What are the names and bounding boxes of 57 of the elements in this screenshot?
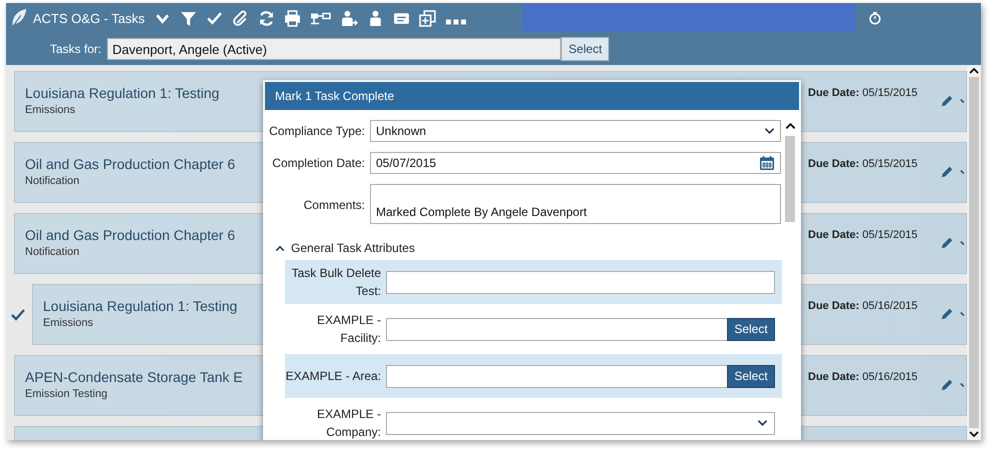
select-button[interactable]: Select xyxy=(727,318,775,340)
dialog-title: Mark 1 Task Complete xyxy=(263,80,801,110)
filter-icon[interactable] xyxy=(180,10,197,26)
scroll-down-icon[interactable] xyxy=(969,430,979,438)
due-date: Due Date: 05/16/2015 xyxy=(808,371,918,383)
task-title: Oil and Gas Production Chapter 6 xyxy=(25,155,236,173)
scrollbar-thumb[interactable] xyxy=(785,136,795,222)
pencil-icon[interactable] xyxy=(940,307,954,321)
tasks-for-field[interactable]: Davenport, Angele (Active) xyxy=(107,38,562,60)
due-date: Due Date: 05/15/2015 xyxy=(808,87,918,99)
scroll-up-icon[interactable] xyxy=(969,67,979,75)
select-button[interactable]: Select xyxy=(561,37,610,61)
select-button[interactable]: Select xyxy=(727,364,775,388)
field-label: EXAMPLE - Area: xyxy=(285,368,382,385)
paperclip-icon[interactable] xyxy=(232,10,249,26)
copy-icon[interactable] xyxy=(418,10,436,26)
checkmark-icon[interactable] xyxy=(206,10,223,26)
pencil-icon[interactable] xyxy=(940,378,954,392)
task-category: Emissions xyxy=(25,104,76,116)
task-category: Notification xyxy=(25,175,80,187)
person-arrow-icon[interactable] xyxy=(340,10,358,26)
date-field[interactable]: 05/07/2015 xyxy=(370,152,781,174)
tasks-for-label: Tasks for: xyxy=(50,42,102,56)
due-date: Due Date: 05/16/2015 xyxy=(808,300,918,312)
task-category: Emission Testing xyxy=(25,388,108,400)
dropdown-field[interactable]: Unknown xyxy=(370,120,781,142)
calendar-icon[interactable] xyxy=(759,155,775,171)
field-label: EXAMPLE - Company: xyxy=(316,406,382,440)
app-title: ACTS O&G - Tasks xyxy=(33,10,145,26)
task-title: Oil and Gas Production Chapter 6 xyxy=(25,226,236,244)
leaf-logo-icon xyxy=(10,8,28,28)
lookup-field[interactable]: Select xyxy=(386,364,775,388)
task-category: Notification xyxy=(25,246,80,258)
stopwatch-icon[interactable] xyxy=(868,11,882,25)
lookup-field[interactable]: Select xyxy=(386,318,775,340)
collapse-icon[interactable] xyxy=(275,244,285,252)
comments-field[interactable]: Marked Complete By Angele Davenport xyxy=(370,184,781,224)
task-category: Emissions xyxy=(43,317,94,329)
section-title[interactable]: General Task Attributes xyxy=(291,241,415,255)
field-label: Comments: xyxy=(302,197,366,212)
pencil-icon[interactable] xyxy=(940,94,954,108)
refresh-icon[interactable] xyxy=(258,10,275,26)
task-title: APEN-Condensate Storage Tank E xyxy=(25,368,243,386)
dropdown-field[interactable] xyxy=(386,412,775,434)
pencil-icon[interactable] xyxy=(940,236,954,250)
pencil-icon[interactable] xyxy=(940,165,954,179)
printer-icon[interactable] xyxy=(284,10,301,26)
task-title: Louisiana Regulation 1: Testing xyxy=(43,297,238,315)
scrollbar[interactable] xyxy=(967,65,981,440)
field-label: Completion Date: xyxy=(271,156,366,170)
field-label: Task Bulk Delete Test: xyxy=(290,265,382,300)
due-date: Due Date: 05/15/2015 xyxy=(808,158,918,170)
text-field[interactable] xyxy=(386,270,775,294)
scroll-up-icon[interactable] xyxy=(784,122,796,130)
field-label: EXAMPLE - Facility: xyxy=(316,312,382,347)
due-date: Due Date: 05/15/2015 xyxy=(808,229,918,241)
task-title: Louisiana Regulation 1: Testing xyxy=(25,84,220,102)
